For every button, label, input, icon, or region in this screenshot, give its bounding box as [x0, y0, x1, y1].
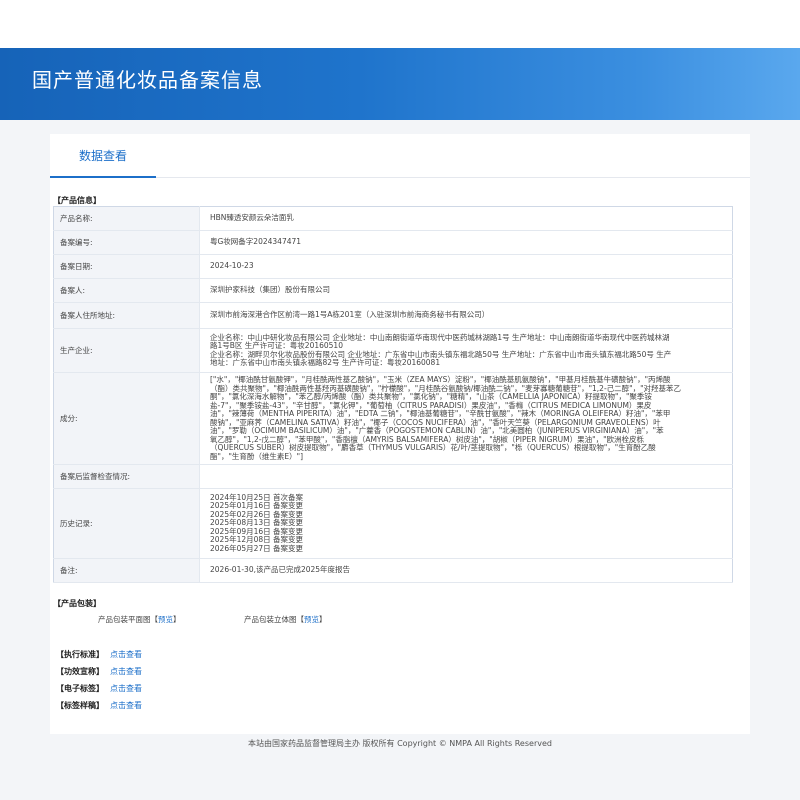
value-registrant: 深圳护家科技（集团）股份有限公司	[199, 278, 733, 303]
doc-efficacy: 【功效宣称】 点击查看	[56, 666, 142, 677]
row-registrant-address: 备案人住所地址: 深圳市前海深港合作区前湾一路1号A栋201室（入驻深圳市前海商…	[53, 302, 733, 329]
doc-e-label-label: 【电子标签】	[56, 684, 104, 693]
label-remark: 备注:	[53, 558, 200, 583]
value-remark: 2026-01-30,该产品已完成2025年度报告	[199, 558, 733, 583]
label-record-date: 备案日期:	[53, 254, 200, 279]
label-record-number: 备案编号:	[53, 230, 200, 255]
row-ingredients: 成分: ["水"，"椰油酰甘氨酸钾"，"月桂酰两性基乙酸钠"，"玉米（ZEA M…	[53, 372, 733, 465]
packaging-stereo-label: 产品包装立体图	[244, 615, 297, 624]
product-info-title: 【产品信息】	[53, 196, 101, 205]
doc-standard-label: 【执行标准】	[56, 650, 104, 659]
label-manufacturer: 生产企业:	[53, 328, 200, 373]
tab-data-view[interactable]: 数据查看	[50, 134, 156, 178]
packaging-title: 【产品包装】	[53, 599, 101, 608]
label-registrant: 备案人:	[53, 278, 200, 303]
label-history: 历史记录:	[53, 488, 200, 559]
value-record-number: 粤G妆网备字2024347471	[199, 230, 733, 255]
packaging-flat-preview-link[interactable]: 预览	[158, 615, 173, 624]
product-info-table: 产品名称: HBN臻透安颜云朵洁面乳 备案编号: 粤G妆网备字202434747…	[53, 206, 733, 583]
value-post-inspection	[199, 464, 733, 489]
label-product-name: 产品名称:	[53, 206, 200, 231]
value-history: 2024年10月25日 首次备案 2025年01月16日 备案变更 2025年0…	[199, 488, 733, 559]
doc-e-label-link[interactable]: 点击查看	[110, 684, 142, 693]
doc-label-draft: 【标签样稿】 点击查看	[56, 700, 142, 711]
bracket-open: 【	[296, 615, 305, 624]
row-post-inspection: 备案后监督检查情况:	[53, 464, 733, 489]
bracket-close: 】	[173, 615, 181, 624]
history-entry: 2026年05月27日 备案变更	[210, 543, 304, 553]
value-product-name: HBN臻透安颜云朵洁面乳	[199, 206, 733, 231]
doc-efficacy-link[interactable]: 点击查看	[110, 667, 142, 676]
doc-efficacy-label: 【功效宣称】	[56, 667, 104, 676]
doc-e-label: 【电子标签】 点击查看	[56, 683, 142, 694]
bracket-close: 】	[319, 615, 327, 624]
value-ingredients: ["水"，"椰油酰甘氨酸钾"，"月桂酰两性基乙酸钠"，"玉米（ZEA MAYS）…	[199, 372, 733, 465]
bracket-open: 【	[150, 615, 159, 624]
label-ingredients: 成分:	[53, 372, 200, 465]
value-manufacturer: 企业名称：中山中研化妆品有限公司 企业地址：中山南朗街道华南现代中医药城林湖路1…	[199, 328, 733, 373]
row-record-number: 备案编号: 粤G妆网备字2024347471	[53, 230, 733, 255]
packaging-stereo-preview-link[interactable]: 预览	[304, 615, 319, 624]
row-product-name: 产品名称: HBN臻透安颜云朵洁面乳	[53, 206, 733, 231]
row-manufacturer: 生产企业: 企业名称：中山中研化妆品有限公司 企业地址：中山南朗街道华南现代中医…	[53, 328, 733, 373]
value-record-date: 2024-10-23	[199, 254, 733, 279]
label-post-inspection: 备案后监督检查情况:	[53, 464, 200, 489]
doc-label-draft-link[interactable]: 点击查看	[110, 701, 142, 710]
doc-label-draft-label: 【标签样稿】	[56, 701, 104, 710]
page-title: 国产普通化妆品备案信息	[32, 68, 263, 92]
row-registrant: 备案人: 深圳护家科技（集团）股份有限公司	[53, 278, 733, 303]
packaging-flat: 产品包装平面图【预览】	[98, 614, 181, 625]
manufacturer-line: 地址：广东省中山市南头镇永福路82号 生产许可证：粤妆20160081	[210, 358, 441, 367]
doc-standard: 【执行标准】 点击查看	[56, 649, 142, 660]
packaging-stereo: 产品包装立体图【预览】	[244, 614, 327, 625]
header-banner: 国产普通化妆品备案信息	[0, 48, 800, 120]
row-history: 历史记录: 2024年10月25日 首次备案 2025年01月16日 备案变更 …	[53, 488, 733, 559]
label-registrant-address: 备案人住所地址:	[53, 302, 200, 329]
content-panel: 数据查看 【产品信息】 产品名称: HBN臻透安颜云朵洁面乳 备案编号: 粤G妆…	[50, 134, 750, 734]
value-registrant-address: 深圳市前海深港合作区前湾一路1号A栋201室（入驻深圳市前海商务秘书有限公司）	[199, 302, 733, 329]
ingredient-line: 酯"，"生育酚（维生素E）"]	[210, 451, 304, 461]
row-record-date: 备案日期: 2024-10-23	[53, 254, 733, 279]
footer-copyright: 本站由国家药品监督管理局主办 版权所有 Copyright © NMPA All…	[248, 739, 552, 748]
tab-bar: 数据查看	[50, 134, 750, 178]
row-remark: 备注: 2026-01-30,该产品已完成2025年度报告	[53, 558, 733, 583]
packaging-flat-label: 产品包装平面图	[98, 615, 151, 624]
doc-standard-link[interactable]: 点击查看	[110, 650, 142, 659]
